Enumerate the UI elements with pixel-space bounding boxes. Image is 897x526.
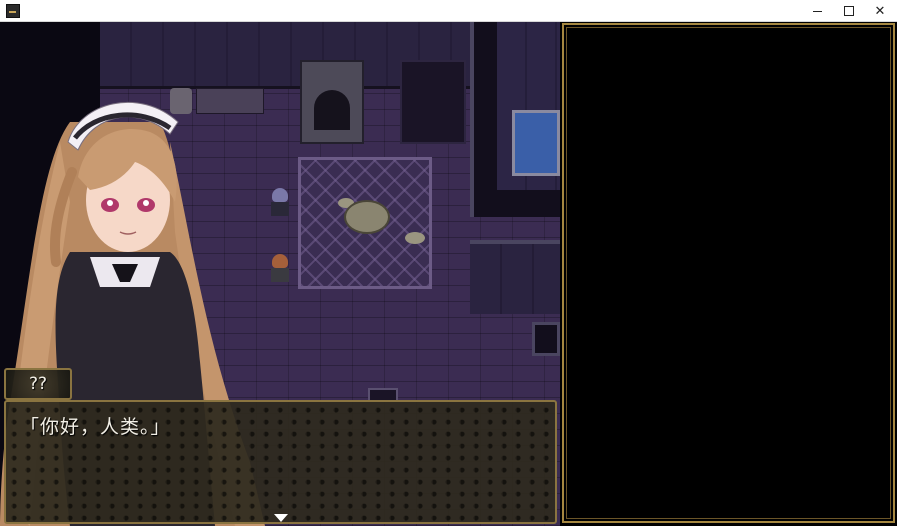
maximize-icon: [844, 6, 854, 16]
lower-right-wall: [470, 240, 560, 314]
window-titlebar: ✕: [0, 0, 897, 22]
fireplace: [300, 60, 364, 144]
round-table: [344, 200, 390, 234]
minimize-button[interactable]: [800, 0, 834, 22]
player-sprite: [270, 254, 290, 284]
npc-maid-sprite[interactable]: [270, 188, 290, 218]
bookshelf: [400, 60, 466, 144]
water-pool: [512, 110, 560, 176]
side-panel: [562, 23, 895, 523]
dialogue-message-box[interactable]: 「你好，人类。」: [4, 400, 557, 524]
app-icon: [6, 4, 20, 18]
triangle-down-icon[interactable]: [274, 514, 288, 522]
close-icon: ✕: [874, 3, 886, 19]
speaker-name-box: ??: [4, 368, 72, 400]
maximize-button[interactable]: [832, 0, 866, 22]
game-viewport[interactable]: ?? 「你好，人类。」: [0, 22, 560, 526]
close-button[interactable]: ✕: [863, 0, 897, 22]
dialogue-text: 「你好，人类。」: [20, 416, 171, 438]
speaker-name: ??: [28, 374, 48, 394]
wall-stub: [532, 322, 560, 356]
minimize-icon: [812, 10, 822, 12]
stool: [405, 232, 425, 244]
